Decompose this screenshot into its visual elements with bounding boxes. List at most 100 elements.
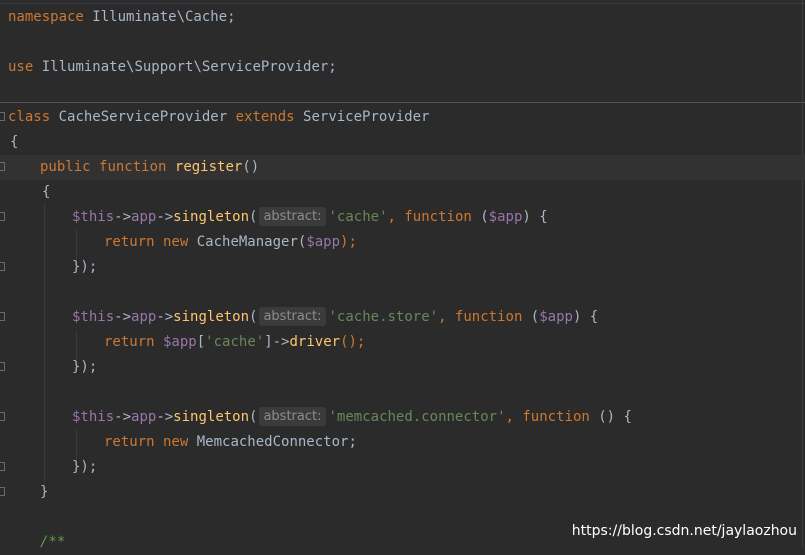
this-var: $this xyxy=(72,409,115,425)
keyword: return xyxy=(104,434,155,450)
paren: ( xyxy=(249,209,258,225)
code-line-singleton: $this->app->singleton(abstract:'memcache… xyxy=(72,405,632,430)
code-line-close: }); xyxy=(72,255,97,280)
arrow: -> xyxy=(114,309,132,325)
code-line-method-close: } xyxy=(40,480,48,505)
code-line-brace: { xyxy=(42,180,50,205)
class-call: MemcachedConnector; xyxy=(188,434,357,450)
closing: }); xyxy=(72,359,98,375)
terminator: ); xyxy=(340,234,357,250)
indent-guide xyxy=(44,204,45,484)
code-editor[interactable]: namespace Illuminate\Cache; use Illumina… xyxy=(0,0,805,550)
parameter-hint: abstract: xyxy=(259,207,326,226)
keyword: public xyxy=(40,159,91,175)
class-name: CacheServiceProvider xyxy=(50,109,236,125)
import-path: Illuminate\Support\ServiceProvider; xyxy=(33,59,337,75)
keyword: new xyxy=(154,434,189,450)
arrow: -> xyxy=(114,209,132,225)
arrow: -> xyxy=(156,409,174,425)
this-var: $this xyxy=(72,209,115,225)
comma: , xyxy=(505,409,523,425)
parameter-hint: abstract: xyxy=(259,407,326,426)
namespace-path: Illuminate\Cache; xyxy=(83,9,236,25)
method-separator xyxy=(0,102,805,103)
paren: () { xyxy=(589,409,632,425)
property: app xyxy=(131,409,157,425)
keyword: return xyxy=(104,334,155,350)
fold-marker-icon[interactable] xyxy=(0,212,5,221)
fold-marker-icon[interactable] xyxy=(0,487,5,496)
this-var: $this xyxy=(72,309,115,325)
keyword: class xyxy=(8,109,51,125)
paren: ( xyxy=(249,309,258,325)
string: 'cache' xyxy=(205,334,265,350)
keyword: function xyxy=(522,409,590,425)
string: 'memcached.connector' xyxy=(328,409,506,425)
code-line-return: return new MemcachedConnector; xyxy=(104,430,357,455)
arrow: -> xyxy=(114,409,132,425)
parens: () xyxy=(242,159,260,175)
arrow: ]-> xyxy=(264,334,290,350)
code-line-namespace: namespace Illuminate\Cache; xyxy=(8,5,236,30)
keyword: function xyxy=(454,309,523,325)
string: 'cache' xyxy=(328,209,388,225)
fold-marker-icon[interactable] xyxy=(0,262,5,271)
comma: , xyxy=(438,309,455,325)
code-line-return: return $app['cache']->driver(); xyxy=(104,330,365,355)
method-call: singleton xyxy=(173,309,250,325)
method-call: singleton xyxy=(173,409,250,425)
fold-marker-icon[interactable] xyxy=(0,112,5,121)
class-call: CacheManager( xyxy=(188,234,307,250)
code-line-singleton: $this->app->singleton(abstract:'cache', … xyxy=(72,205,548,230)
fold-marker-icon[interactable] xyxy=(0,312,5,321)
right-margin-guide xyxy=(802,0,803,547)
fold-marker-icon[interactable] xyxy=(0,412,5,421)
code-line-close: }); xyxy=(72,455,97,480)
code-line-return: return new CacheManager($app); xyxy=(104,230,357,255)
keyword: namespace xyxy=(8,9,84,25)
fold-marker-icon[interactable] xyxy=(0,162,5,171)
param-var: $app xyxy=(154,334,197,350)
property: app xyxy=(131,209,157,225)
code-line-close: }); xyxy=(72,355,97,380)
closing: }); xyxy=(72,459,98,475)
method-name: register xyxy=(174,159,243,175)
param-var: $app xyxy=(488,209,523,225)
paren: ( xyxy=(471,209,489,225)
code-line-singleton: $this->app->singleton(abstract:'cache.st… xyxy=(72,305,598,330)
brace: { xyxy=(42,184,51,200)
closing: }); xyxy=(72,259,98,275)
param-var: $app xyxy=(306,234,341,250)
parameter-hint: abstract: xyxy=(259,307,326,326)
arrow: -> xyxy=(156,209,174,225)
code-line-method: public function register() xyxy=(40,155,259,180)
comma: , xyxy=(387,209,405,225)
brace: } xyxy=(40,484,49,500)
keyword: function xyxy=(404,209,472,225)
code-line-class: class CacheServiceProvider extends Servi… xyxy=(8,105,429,130)
keyword: new xyxy=(154,234,189,250)
string: 'cache.store' xyxy=(328,309,439,325)
arrow: -> xyxy=(156,309,174,325)
keyword: extends xyxy=(235,109,295,125)
code-line-doc-comment: /** xyxy=(40,530,65,555)
top-divider xyxy=(0,3,805,4)
property: app xyxy=(131,309,157,325)
fold-marker-icon[interactable] xyxy=(0,362,5,371)
param-var: $app xyxy=(539,309,573,325)
doc-comment: /** xyxy=(40,534,66,550)
keyword: use xyxy=(8,59,34,75)
method-call: singleton xyxy=(173,209,250,225)
paren: ) { xyxy=(572,309,599,325)
brace: { xyxy=(10,134,19,150)
fold-marker-icon[interactable] xyxy=(0,462,5,471)
keyword: function xyxy=(99,159,167,175)
bracket: [ xyxy=(196,334,206,350)
keyword: return xyxy=(104,234,155,250)
parent-class: ServiceProvider xyxy=(294,109,430,125)
paren: ( xyxy=(249,409,258,425)
paren: ( xyxy=(522,309,540,325)
paren: ) { xyxy=(522,209,548,225)
terminator: (); xyxy=(340,334,366,350)
code-line-brace: { xyxy=(10,130,18,155)
